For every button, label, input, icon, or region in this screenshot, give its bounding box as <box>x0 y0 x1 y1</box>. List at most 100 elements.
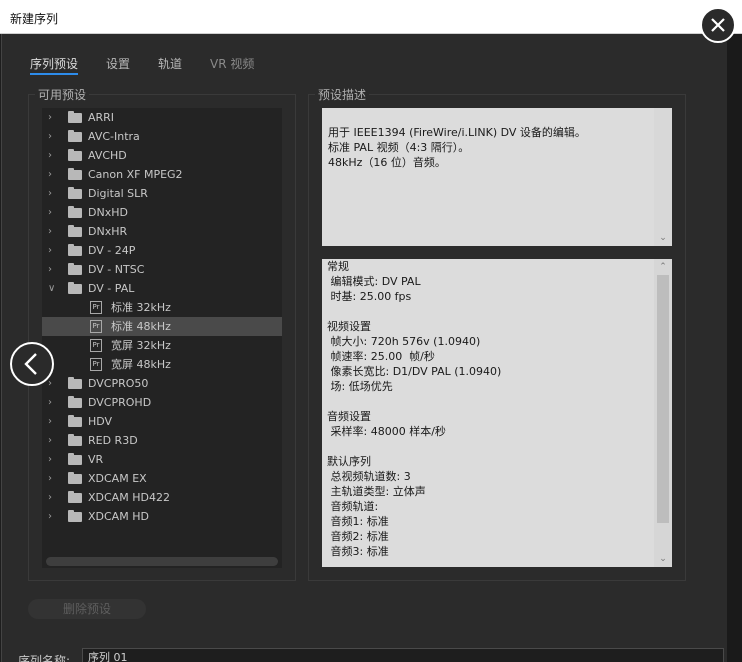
tab-vr-video[interactable]: VR 视频 <box>210 55 254 75</box>
folder-icon <box>68 149 82 161</box>
preset-item-label: 标准 48kHz <box>111 320 171 333</box>
preset-folder-label: XDCAM HD422 <box>88 491 170 504</box>
preset-folder-row[interactable]: › AVCHD <box>42 146 282 165</box>
folder-icon <box>68 168 82 180</box>
available-presets-label: 可用预设 <box>35 86 90 103</box>
preset-folder-row[interactable]: › RED R3D <box>42 431 282 450</box>
chevron-right-icon[interactable]: › <box>48 260 58 279</box>
chevron-right-icon[interactable]: › <box>48 203 58 222</box>
preset-folder-row[interactable]: › AVC-Intra <box>42 127 282 146</box>
chevron-right-icon[interactable]: › <box>48 469 58 488</box>
chevron-right-icon[interactable]: › <box>48 222 58 241</box>
preset-description-text: 用于 IEEE1394 (FireWire/i.LINK) DV 设备的编辑。 … <box>322 108 672 246</box>
chevron-right-icon[interactable]: › <box>48 127 58 146</box>
window-title: 新建序列 <box>10 12 59 26</box>
back-button[interactable] <box>10 342 54 386</box>
preset-item-label: 宽屏 32kHz <box>111 339 171 352</box>
sequence-name-input[interactable] <box>82 648 724 662</box>
description-scrollbar[interactable]: ⌄ <box>654 108 672 246</box>
folder-icon <box>68 377 82 389</box>
preset-folder-row[interactable]: › DNxHD <box>42 203 282 222</box>
preset-folder-row[interactable]: › XDCAM EX <box>42 469 282 488</box>
chevron-right-icon[interactable]: › <box>48 146 58 165</box>
preset-item-row[interactable]: Pr 标准 48kHz <box>42 317 282 336</box>
chevron-right-icon[interactable]: › <box>48 393 58 412</box>
preset-folder-row[interactable]: › ARRI <box>42 108 282 127</box>
tab-tracks[interactable]: 轨道 <box>158 55 182 75</box>
preset-item-label: 标准 32kHz <box>111 301 171 314</box>
preset-folder-label: DNxHD <box>88 206 128 219</box>
delete-preset-button[interactable]: 删除预设 <box>28 599 146 619</box>
preset-folder-row[interactable]: › DVCPRO50 <box>42 374 282 393</box>
folder-icon <box>68 472 82 484</box>
preset-folder-label: XDCAM HD <box>88 510 149 523</box>
preset-folder-row[interactable]: › HDV <box>42 412 282 431</box>
dialog-edge <box>727 34 742 662</box>
preset-folder-row[interactable]: › DVCPROHD <box>42 393 282 412</box>
preset-folder-label: Canon XF MPEG2 <box>88 168 183 181</box>
folder-icon <box>68 263 82 275</box>
folder-icon <box>68 282 82 294</box>
preset-folder-label: DV - 24P <box>88 244 136 257</box>
details-scrollbar[interactable]: ⌃ ⌄ <box>654 259 672 567</box>
folder-icon <box>68 187 82 199</box>
chevron-left-icon <box>24 353 37 375</box>
preset-item-label: 宽屏 48kHz <box>111 358 171 371</box>
chevron-right-icon[interactable]: › <box>48 412 58 431</box>
premiere-preset-icon: Pr <box>90 320 102 333</box>
preset-folder-row[interactable]: › VR <box>42 450 282 469</box>
chevron-right-icon[interactable]: › <box>48 184 58 203</box>
description-text: 用于 IEEE1394 (FireWire/i.LINK) DV 设备的编辑。 … <box>328 126 586 169</box>
preset-folder-label: HDV <box>88 415 113 428</box>
preset-folder-label: DVCPROHD <box>88 396 152 409</box>
preset-item-row[interactable]: Pr 标准 32kHz <box>42 298 282 317</box>
folder-icon <box>68 415 82 427</box>
scrollbar-thumb[interactable] <box>657 275 669 523</box>
chevron-right-icon[interactable]: › <box>48 165 58 184</box>
close-icon <box>711 18 725 32</box>
preset-folder-label: VR <box>88 453 104 466</box>
preset-folder-row[interactable]: ∨ DV - PAL <box>42 279 282 298</box>
folder-icon <box>68 396 82 408</box>
chevron-right-icon[interactable]: › <box>48 431 58 450</box>
preset-folder-row[interactable]: › Canon XF MPEG2 <box>42 165 282 184</box>
preset-item-row[interactable]: Pr 宽屏 48kHz <box>42 355 282 374</box>
scroll-down-icon[interactable]: ⌄ <box>654 230 672 246</box>
tab-sequence-presets[interactable]: 序列预设 <box>30 55 79 75</box>
folder-icon <box>68 453 82 465</box>
preset-details-text: 常规 编辑模式: DV PAL 时基: 25.00 fps 视频设置 帧大小: … <box>327 260 502 558</box>
tree-horizontal-scrollbar[interactable] <box>46 557 278 566</box>
chevron-right-icon[interactable]: › <box>48 108 58 127</box>
preset-folder-row[interactable]: › Digital SLR <box>42 184 282 203</box>
preset-folder-label: AVCHD <box>88 149 127 162</box>
preset-folder-label: AVC-Intra <box>88 130 140 143</box>
preset-folder-label: Digital SLR <box>88 187 148 200</box>
chevron-right-icon[interactable]: › <box>48 488 58 507</box>
preset-folder-row[interactable]: › DV - 24P <box>42 241 282 260</box>
preset-folder-label: DNxHR <box>88 225 128 238</box>
chevron-right-icon[interactable]: › <box>48 507 58 526</box>
preset-folder-row[interactable]: › DNxHR <box>42 222 282 241</box>
premiere-preset-icon: Pr <box>90 339 102 352</box>
scroll-down-icon[interactable]: ⌄ <box>654 551 672 567</box>
folder-icon <box>68 244 82 256</box>
folder-icon <box>68 111 82 123</box>
tab-bar: 序列预设 设置 轨道 VR 视频 <box>30 55 282 75</box>
tab-settings[interactable]: 设置 <box>106 55 130 75</box>
chevron-right-icon[interactable]: › <box>48 450 58 469</box>
scroll-up-icon[interactable]: ⌃ <box>654 259 672 275</box>
preset-details-panel: 常规 编辑模式: DV PAL 时基: 25.00 fps 视频设置 帧大小: … <box>322 259 672 567</box>
preset-folder-label: XDCAM EX <box>88 472 147 485</box>
chevron-down-icon[interactable]: ∨ <box>48 279 58 298</box>
close-button[interactable] <box>700 7 736 43</box>
preset-item-row[interactable]: Pr 宽屏 32kHz <box>42 336 282 355</box>
preset-folder-label: RED R3D <box>88 434 138 447</box>
preset-folder-label: DV - NTSC <box>88 263 145 276</box>
preset-folder-row[interactable]: › DV - NTSC <box>42 260 282 279</box>
preset-folder-row[interactable]: › XDCAM HD <box>42 507 282 526</box>
chevron-right-icon[interactable]: › <box>48 241 58 260</box>
folder-icon <box>68 225 82 237</box>
preset-folder-row[interactable]: › XDCAM HD422 <box>42 488 282 507</box>
preset-folder-label: ARRI <box>88 111 115 124</box>
preset-folder-label: DVCPRO50 <box>88 377 149 390</box>
